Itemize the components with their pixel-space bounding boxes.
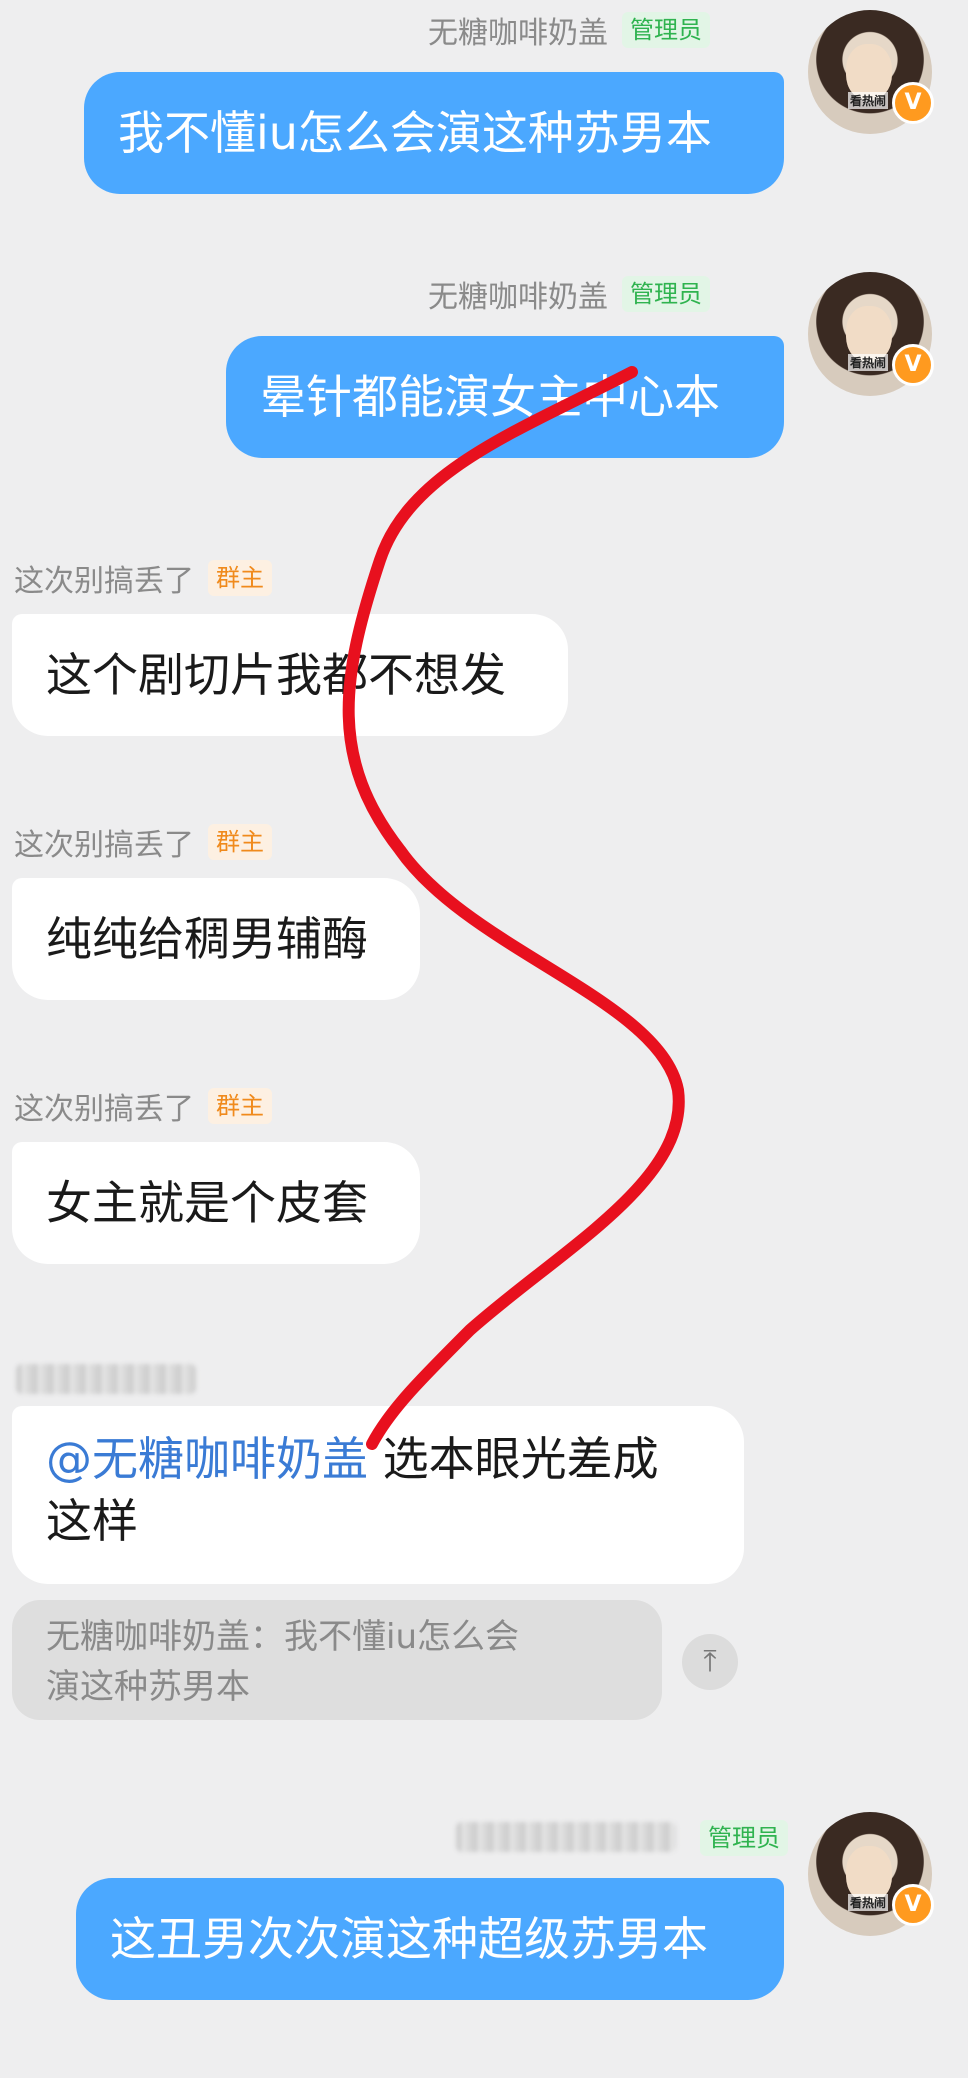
sender-name: 这次别搞丢了 — [14, 828, 194, 863]
admin-badge: 管理员 — [700, 1820, 788, 1856]
message-bubble[interactable]: 我不懂iu怎么会演这种苏男本 — [84, 72, 784, 194]
message-bubble[interactable]: 女主就是个皮套 — [12, 1142, 420, 1264]
verified-icon: V — [892, 344, 934, 386]
owner-badge: 群主 — [208, 560, 272, 596]
message-bubble[interactable]: @无糖咖啡奶盖 选本眼光差成 这样 — [12, 1406, 744, 1584]
verified-icon: V — [892, 1884, 934, 1926]
sender-name: 无糖咖啡奶盖 — [428, 280, 608, 315]
message-text: 这丑男次次演这种超级苏男本 — [110, 1912, 708, 1966]
verified-icon: V — [892, 82, 934, 124]
message-bubble[interactable]: 这个剧切片我都不想发 — [12, 614, 568, 736]
message-text: 选本眼光差成 — [368, 1432, 659, 1486]
message-line-1: @无糖咖啡奶盖 选本眼光差成 — [46, 1428, 710, 1490]
quote-line-2: 演这种苏男本 — [46, 1667, 250, 1707]
sender-row: 这次别搞丢了 群主 — [14, 820, 272, 864]
scroll-top-button[interactable]: ⤒ — [682, 1634, 738, 1690]
sender-row: 无糖咖啡奶盖 管理员 — [428, 8, 710, 52]
avatar[interactable]: 看热闹 V — [808, 10, 934, 134]
sender-row: 无糖咖啡奶盖 管理员 — [428, 272, 710, 316]
sender-name: 这次别搞丢了 — [14, 564, 194, 599]
sender-row: 管理员 — [686, 1820, 788, 1856]
quote-line-1: 无糖咖啡奶盖：我不懂iu怎么会 — [46, 1617, 519, 1657]
mention-link[interactable]: @无糖咖啡奶盖 — [46, 1432, 368, 1486]
blurred-sender-name — [456, 1822, 676, 1852]
avatar-caption: 看热闹 — [848, 1894, 889, 1911]
avatar[interactable]: 看热闹 V — [808, 1812, 934, 1936]
message-line-2: 这样 — [46, 1494, 138, 1548]
message-text: 女主就是个皮套 — [46, 1176, 368, 1230]
message-text: 这个剧切片我都不想发 — [46, 648, 506, 702]
arrow-up-icon: ⤒ — [703, 1644, 717, 1679]
sender-row: 这次别搞丢了 群主 — [14, 556, 272, 600]
owner-badge: 群主 — [208, 824, 272, 860]
message-bubble[interactable]: 纯纯给稠男辅酶 — [12, 878, 420, 1000]
message-text: 我不懂iu怎么会演这种苏男本 — [118, 106, 712, 160]
sender-name: 这次别搞丢了 — [14, 1092, 194, 1127]
message-bubble[interactable]: 这丑男次次演这种超级苏男本 — [76, 1878, 784, 2000]
message-bubble[interactable]: 晕针都能演女主中心本 — [226, 336, 784, 458]
message-text: 纯纯给稠男辅酶 — [46, 912, 368, 966]
owner-badge: 群主 — [208, 1088, 272, 1124]
sender-name: 无糖咖啡奶盖 — [428, 16, 608, 51]
sender-row: 这次别搞丢了 群主 — [14, 1084, 272, 1128]
avatar[interactable]: 看热闹 V — [808, 272, 934, 396]
quoted-reply[interactable]: 无糖咖啡奶盖：我不懂iu怎么会 演这种苏男本 — [12, 1600, 662, 1720]
blurred-sender-name — [16, 1364, 196, 1394]
avatar-caption: 看热闹 — [848, 354, 889, 371]
message-text: 晕针都能演女主中心本 — [260, 370, 720, 424]
admin-badge: 管理员 — [622, 276, 710, 312]
avatar-caption: 看热闹 — [848, 92, 889, 109]
admin-badge: 管理员 — [622, 12, 710, 48]
